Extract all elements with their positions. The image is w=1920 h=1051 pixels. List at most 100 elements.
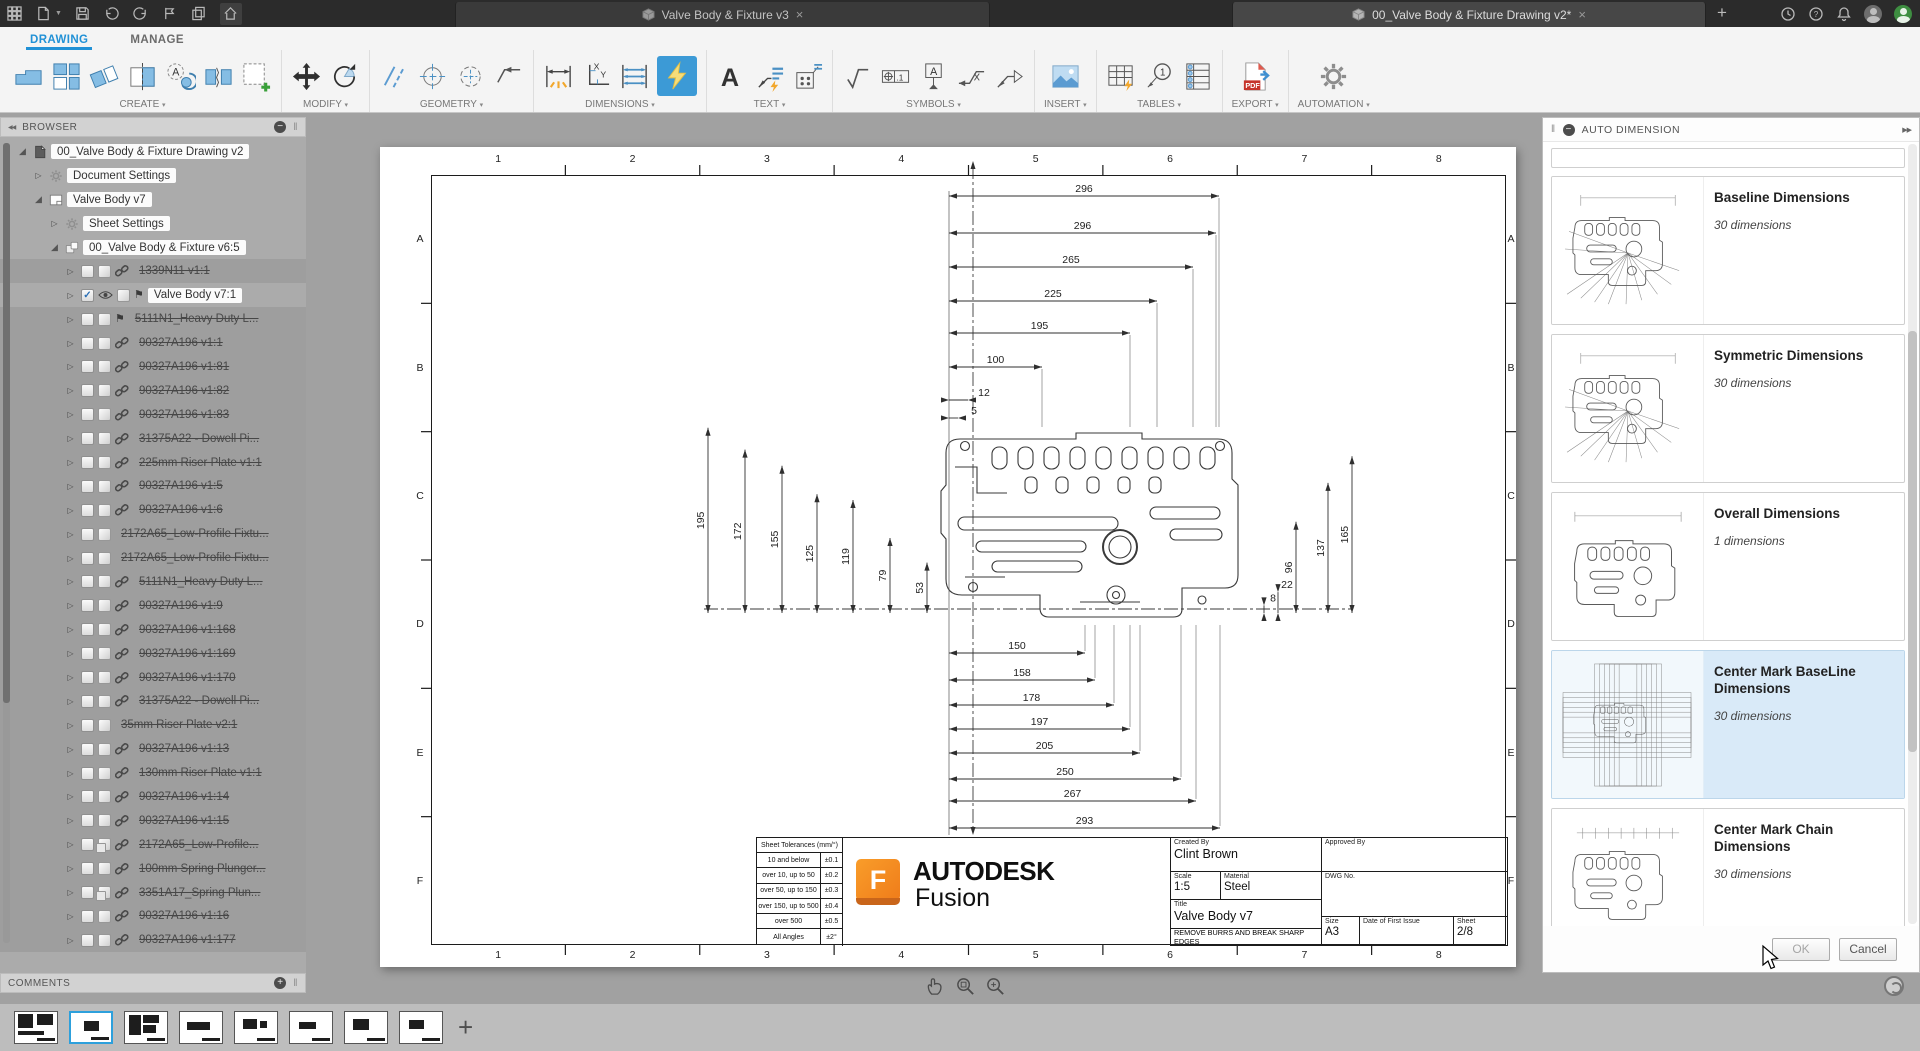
expanded-arrow-icon[interactable]: ◢ xyxy=(16,146,29,157)
rotate-icon[interactable] xyxy=(329,61,360,92)
collapsed-arrow-icon[interactable]: ▷ xyxy=(64,339,77,348)
tree-item-label[interactable]: 31375A22 - Dowell Pi... xyxy=(133,694,265,709)
tree-row[interactable]: ▷90327A196 v1:81 xyxy=(0,355,306,379)
visibility-checkbox[interactable] xyxy=(81,384,94,397)
collapsed-arrow-icon[interactable]: ▷ xyxy=(64,315,77,324)
visibility-checkbox[interactable] xyxy=(81,480,94,493)
tree-item-label[interactable]: Valve Body v7 xyxy=(67,192,152,207)
tree-item-label[interactable]: 90327A196 v1:82 xyxy=(133,383,235,398)
visibility-checkbox[interactable] xyxy=(81,504,94,517)
section-view-icon[interactable] xyxy=(127,61,158,92)
collapsed-arrow-icon[interactable]: ▷ xyxy=(64,888,77,897)
tab-manage[interactable]: MANAGE xyxy=(126,34,188,50)
visibility-checkbox[interactable]: ✓ xyxy=(81,289,94,302)
visibility-checkbox[interactable] xyxy=(81,599,94,612)
collapsed-arrow-icon[interactable]: ▷ xyxy=(64,745,77,754)
tree-row[interactable]: ▷ 90327A196 v1:82 xyxy=(0,379,306,403)
comments-header[interactable]: COMMENTS + ‖ xyxy=(0,973,306,993)
collapsed-arrow-icon[interactable]: ▷ xyxy=(64,625,77,634)
collapsed-arrow-icon[interactable]: ▷ xyxy=(64,458,77,467)
undo-icon[interactable] xyxy=(104,6,120,22)
visibility-checkbox[interactable] xyxy=(81,575,94,588)
save-icon[interactable] xyxy=(75,6,91,22)
pan-hand-icon[interactable] xyxy=(925,976,946,997)
visibility-checkbox[interactable] xyxy=(81,862,94,875)
browser-scrollbar[interactable] xyxy=(3,143,10,943)
tree-item-label[interactable]: 100mm Spring Plunger... xyxy=(133,861,272,876)
auto-dim-card-3[interactable]: Center Mark BaseLine Dimensions30 dimens… xyxy=(1551,650,1905,799)
profile-avatar[interactable] xyxy=(1894,5,1912,23)
detail-view-icon[interactable]: A xyxy=(165,61,196,92)
tree-item-label[interactable]: 90327A196 v1:5 xyxy=(133,479,229,494)
collapsed-arrow-icon[interactable]: ▷ xyxy=(64,386,77,395)
document-tab-1[interactable]: Valve Body & Fixture v3 × xyxy=(455,2,990,27)
visibility-checkbox[interactable] xyxy=(81,623,94,636)
break-view-icon[interactable] xyxy=(203,61,234,92)
visibility-checkbox[interactable] xyxy=(81,552,94,565)
collapsed-arrow-icon[interactable]: ▷ xyxy=(64,434,77,443)
parts-list-icon[interactable] xyxy=(1182,61,1213,92)
tree-row[interactable]: ▷ 90327A196 v1:9 xyxy=(0,594,306,618)
tree-item-label[interactable]: 90327A196 v1:16 xyxy=(133,909,235,924)
tree-item-label[interactable]: 90327A196 v1:9 xyxy=(133,598,229,613)
expanded-arrow-icon[interactable]: ◢ xyxy=(32,194,45,205)
collapsed-arrow-icon[interactable]: ▷ xyxy=(64,362,77,371)
collapse-panel-icon[interactable]: ◀◀ xyxy=(8,124,15,131)
tree-item-label[interactable]: 90327A196 v1:6 xyxy=(133,503,229,518)
collapsed-arrow-icon[interactable]: ▷ xyxy=(64,601,77,610)
collapse-all-icon[interactable]: − xyxy=(274,121,286,133)
tree-item-label[interactable]: 00_Valve Body & Fixture v6:5 xyxy=(83,240,246,255)
insert-image-icon[interactable] xyxy=(1050,61,1081,92)
center-mark-icon[interactable] xyxy=(417,61,448,92)
collapsed-arrow-icon[interactable]: ▷ xyxy=(64,697,77,706)
collapsed-arrow-icon[interactable]: ▷ xyxy=(64,482,77,491)
dimension-icon[interactable] xyxy=(543,61,574,92)
sheet-tab-8[interactable] xyxy=(399,1011,443,1044)
home-icon[interactable] xyxy=(220,3,242,25)
tree-row[interactable]: ▷Document Settings xyxy=(0,164,306,188)
tree-item-label[interactable]: 90327A196 v1:177 xyxy=(133,933,242,948)
tree-row[interactable]: ▷90327A196 v1:1 xyxy=(0,331,306,355)
tree-row[interactable]: ▷ 100mm Spring Plunger... xyxy=(0,857,306,881)
panel-grip-icon[interactable]: ‖ xyxy=(293,122,298,133)
collapsed-arrow-icon[interactable]: ▷ xyxy=(64,649,77,658)
tree-item-label[interactable]: 00_Valve Body & Fixture Drawing v2 xyxy=(51,144,249,159)
sheet-tab-4[interactable] xyxy=(179,1011,223,1044)
tree-item-label[interactable]: 31375A22 - Dowell Pi... xyxy=(133,431,265,446)
close-icon[interactable]: × xyxy=(796,8,804,21)
collapsed-arrow-icon[interactable]: ▷ xyxy=(64,506,77,515)
document-tab-2[interactable]: 00_Valve Body & Fixture Drawing v2* × xyxy=(1232,2,1706,27)
tree-row[interactable]: ▷ 90327A196 v1:5 xyxy=(0,474,306,498)
collapsed-arrow-icon[interactable]: ▷ xyxy=(64,864,77,873)
new-sheet-icon[interactable] xyxy=(241,61,272,92)
tree-row[interactable]: ▷90327A196 v1:83 xyxy=(0,403,306,427)
collapsed-arrow-icon[interactable]: ▷ xyxy=(48,219,61,228)
table-icon[interactable] xyxy=(1106,61,1137,92)
visibility-checkbox[interactable] xyxy=(81,647,94,660)
tree-row[interactable]: ▷225mm Riser Plate v1:1 xyxy=(0,451,306,475)
collapsed-arrow-icon[interactable]: ▷ xyxy=(64,554,77,563)
panel-grip-icon[interactable]: ‖ xyxy=(1551,124,1556,135)
card-partial[interactable] xyxy=(1551,148,1905,168)
tree-row[interactable]: ▷90327A196 v1:14 xyxy=(0,785,306,809)
tree-row[interactable]: ▷2172A65_Low-Profile Fixtu... xyxy=(0,522,306,546)
center-circle-icon[interactable] xyxy=(455,61,486,92)
zoom-window-icon[interactable] xyxy=(955,976,976,997)
tree-item-label[interactable]: 2172A65_Low-Profile Fixtu... xyxy=(115,551,275,566)
tree-row[interactable]: ▷3351A17_Spring Plun... xyxy=(0,881,306,905)
edge-extension-icon[interactable] xyxy=(493,61,524,92)
visibility-checkbox[interactable] xyxy=(81,695,94,708)
tree-item-label[interactable]: 90327A196 v1:168 xyxy=(133,622,242,637)
notifications-bell-icon[interactable] xyxy=(1836,6,1852,22)
collapsed-arrow-icon[interactable]: ▷ xyxy=(64,577,77,586)
tab-drawing[interactable]: DRAWING xyxy=(26,34,92,50)
sheet-tab-5[interactable] xyxy=(234,1011,278,1044)
visibility-checkbox[interactable] xyxy=(81,456,94,469)
gear-icon[interactable] xyxy=(1318,61,1349,92)
base-view-icon[interactable] xyxy=(13,61,44,92)
tree-row[interactable]: ▷⚑5111N1_Heavy Duty L... xyxy=(0,307,306,331)
navigation-badge-icon[interactable] xyxy=(1884,976,1904,996)
panel-scrollbar[interactable] xyxy=(1908,144,1917,924)
tree-item-label[interactable]: 90327A196 v1:170 xyxy=(133,670,242,685)
visibility-checkbox[interactable] xyxy=(81,432,94,445)
